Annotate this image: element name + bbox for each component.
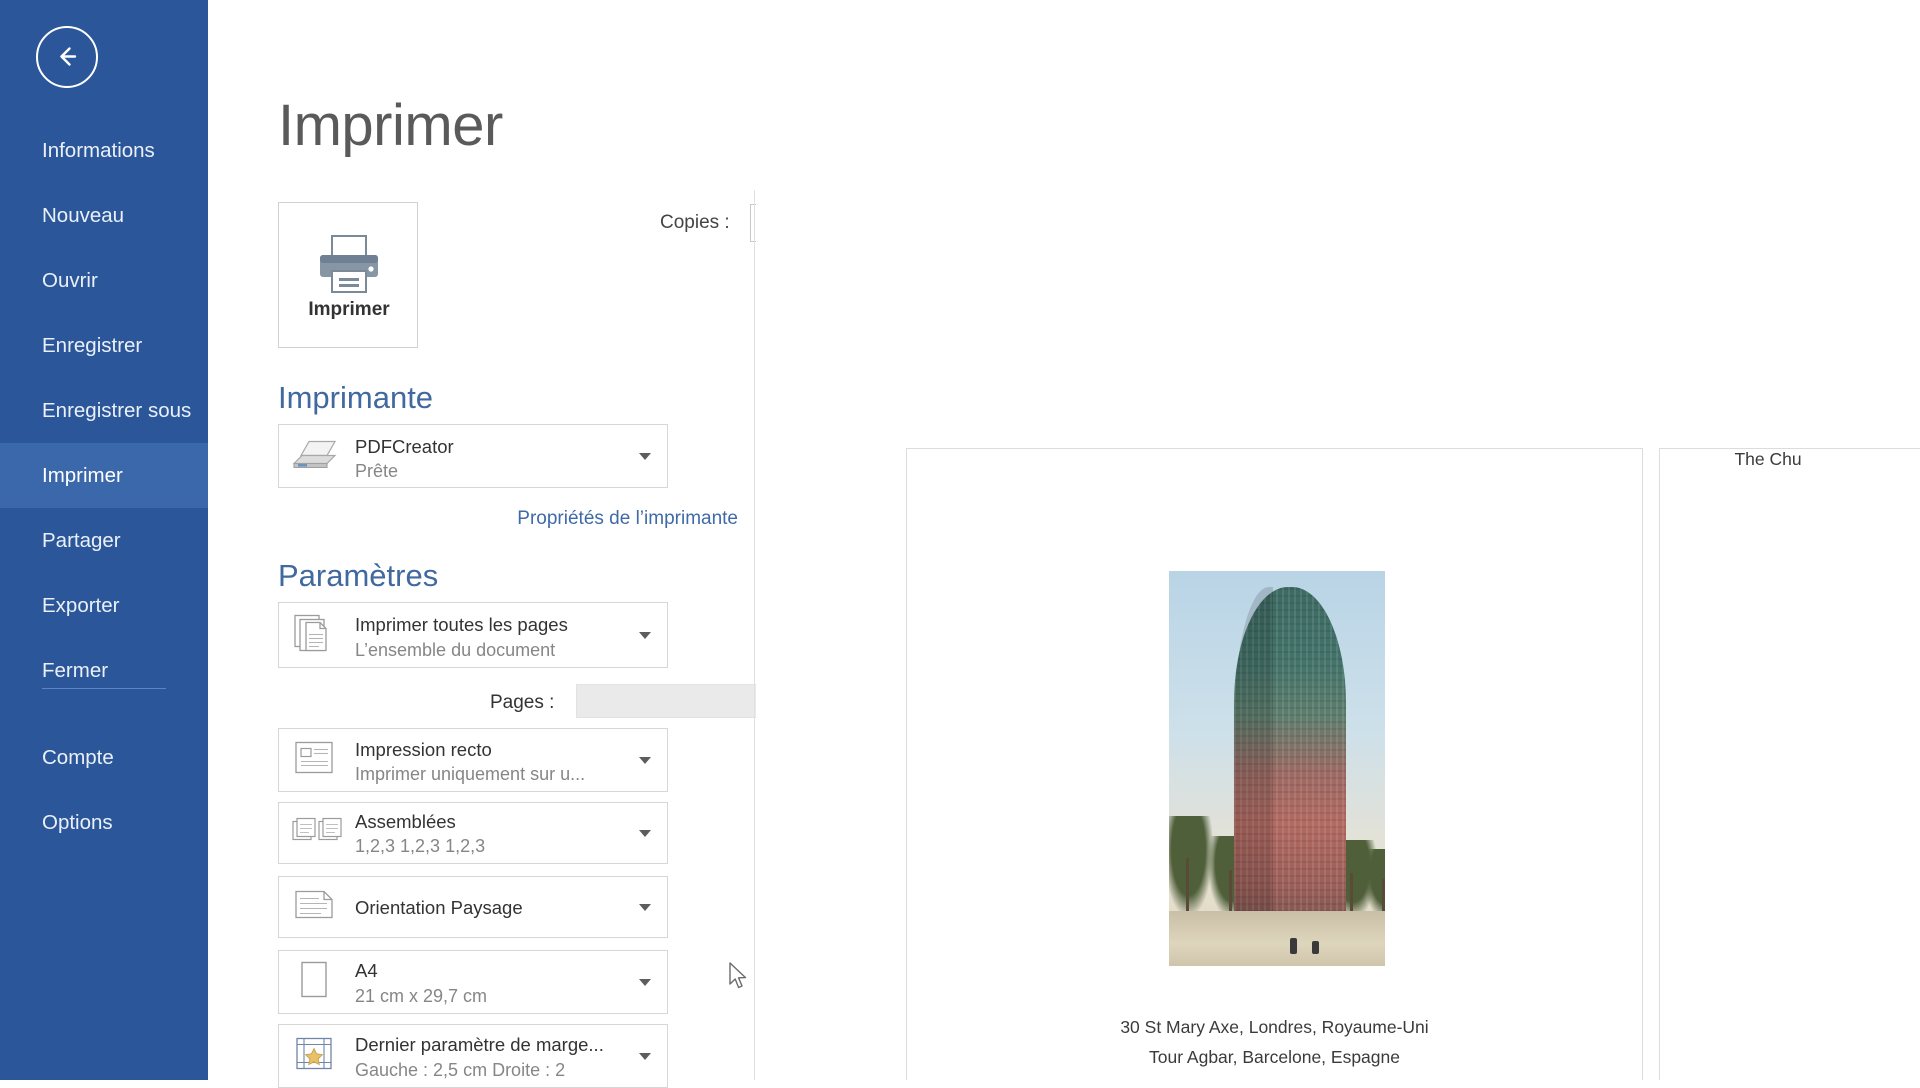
collation-select[interactable]: Assemblées 1,2,3 1,2,3 1,2,3 — [278, 802, 668, 864]
sidebar-item-partager[interactable]: Partager — [0, 508, 208, 573]
margins-title: Dernier paramètre de marge... — [355, 1034, 604, 1055]
printer-section-heading: Imprimante — [278, 380, 434, 415]
word-backstage-print-screen: Document.docx - Word Informations Nouvea… — [0, 0, 1920, 1088]
duplex-subtitle: Imprimer uniquement sur u... — [355, 764, 586, 784]
preview-image-torre-agbar — [1169, 571, 1385, 966]
page-title: Imprimer — [278, 93, 503, 158]
orientation-select[interactable]: Orientation Paysage — [278, 876, 668, 938]
collation-subtitle: 1,2,3 1,2,3 1,2,3 — [355, 836, 486, 856]
chevron-down-icon[interactable] — [639, 757, 651, 764]
printer-icon — [314, 233, 384, 300]
margins-select[interactable]: Dernier paramètre de marge... Gauche : 2… — [278, 1024, 668, 1088]
back-button[interactable] — [36, 26, 98, 88]
print-preview-pane: 30 St Mary Axe, Londres, Royaume-Uni Tou… — [756, 0, 1920, 1080]
sidebar-item-label: Enregistrer sous — [42, 399, 192, 422]
print-range-select[interactable]: Imprimer toutes les pages L’ensemble du … — [278, 602, 668, 668]
collation-title: Assemblées — [355, 811, 456, 832]
chevron-down-icon[interactable] — [639, 904, 651, 911]
sidebar-item-nouveau[interactable]: Nouveau — [0, 183, 208, 248]
sidebar-item-ouvrir[interactable]: Ouvrir — [0, 248, 208, 313]
sidebar-item-label: Options — [42, 811, 113, 834]
sidebar-menu-group-2: Compte Options — [0, 725, 208, 855]
duplex-select[interactable]: Impression recto Imprimer uniquement sur… — [278, 728, 668, 792]
sidebar-item-label: Partager — [42, 529, 121, 552]
print-settings-panel: Imprimer Imprimer Copies : 1 Imprimante … — [208, 0, 879, 1088]
sidebar-item-label: Imprimer — [42, 464, 123, 487]
photo-person — [1289, 938, 1297, 955]
preview-caption-line-1: The Chu — [1734, 449, 1802, 469]
settings-section-heading: Paramètres — [278, 558, 439, 593]
sidebar-item-options[interactable]: Options — [0, 790, 208, 855]
preview-caption-line-2: Tour Agbar, Barcelone, Espagne — [1148, 1047, 1400, 1067]
printer-device-icon — [291, 434, 341, 479]
printer-properties-link[interactable]: Propriétés de l’imprimante — [208, 508, 738, 530]
chevron-down-icon[interactable] — [639, 830, 651, 837]
panel-divider — [754, 190, 755, 1080]
chevron-down-icon[interactable] — [639, 453, 651, 460]
duplex-title: Impression recto — [355, 739, 492, 760]
copies-label: Copies : — [660, 212, 730, 233]
print-range-subtitle: L’ensemble du document — [355, 640, 556, 660]
paper-size-icon — [291, 958, 337, 1007]
preview-page-2[interactable]: The Chu — [1659, 448, 1920, 1080]
pages-label: Pages : — [490, 692, 555, 713]
one-sided-icon — [291, 738, 337, 783]
chevron-down-icon[interactable] — [639, 1053, 651, 1060]
sidebar-item-imprimer[interactable]: Imprimer — [0, 443, 208, 508]
sidebar-item-label: Exporter — [42, 594, 120, 617]
sidebar-item-fermer[interactable]: Fermer — [0, 638, 208, 703]
paper-size-select[interactable]: A4 21 cm x 29,7 cm — [278, 950, 668, 1014]
printer-status: Prête — [355, 461, 399, 481]
sidebar-item-label: Compte — [42, 746, 114, 769]
sidebar-item-informations[interactable]: Informations — [0, 118, 208, 183]
all-pages-icon — [291, 610, 337, 661]
printer-select[interactable]: PDFCreator Prête — [278, 424, 668, 488]
preview-caption-line-1: 30 St Mary Axe, Londres, Royaume-Uni — [1120, 1017, 1429, 1037]
chevron-down-icon[interactable] — [639, 979, 651, 986]
preview-page-1[interactable]: 30 St Mary Axe, Londres, Royaume-Uni Tou… — [906, 448, 1643, 1080]
sidebar-item-exporter[interactable]: Exporter — [0, 573, 208, 638]
sidebar-item-label: Enregistrer — [42, 334, 143, 357]
backstage-sidebar: Informations Nouveau Ouvrir Enregistrer … — [0, 0, 208, 1080]
chevron-down-icon[interactable] — [639, 632, 651, 639]
paper-size-subtitle: 21 cm x 29,7 cm — [355, 986, 488, 1006]
printer-name: PDFCreator — [355, 436, 454, 457]
sidebar-item-enregistrer-sous[interactable]: Enregistrer sous — [0, 378, 208, 443]
print-button[interactable]: Imprimer — [278, 202, 418, 348]
sidebar-item-label: Informations — [42, 139, 155, 162]
sidebar-item-enregistrer[interactable]: Enregistrer — [0, 313, 208, 378]
paper-size-title: A4 — [355, 960, 378, 981]
print-range-title: Imprimer toutes les pages — [355, 614, 568, 635]
landscape-icon — [291, 886, 337, 929]
collated-icon — [291, 814, 343, 853]
margins-icon — [291, 1034, 337, 1079]
print-button-label: Imprimer — [308, 299, 390, 320]
sidebar-item-label: Fermer — [42, 659, 109, 682]
mouse-pointer-icon — [728, 962, 750, 997]
sidebar-item-label: Nouveau — [42, 204, 125, 227]
photo-ground — [1169, 910, 1385, 966]
sidebar-item-label: Ouvrir — [42, 269, 98, 292]
sidebar-divider — [42, 688, 166, 689]
photo-person — [1311, 941, 1319, 955]
sidebar-menu-group-1: Informations Nouveau Ouvrir Enregistrer … — [0, 118, 208, 703]
margins-subtitle: Gauche : 2,5 cm Droite : 2 — [355, 1060, 566, 1080]
orientation-title: Orientation Paysage — [355, 897, 523, 918]
sidebar-item-compte[interactable]: Compte — [0, 725, 208, 790]
